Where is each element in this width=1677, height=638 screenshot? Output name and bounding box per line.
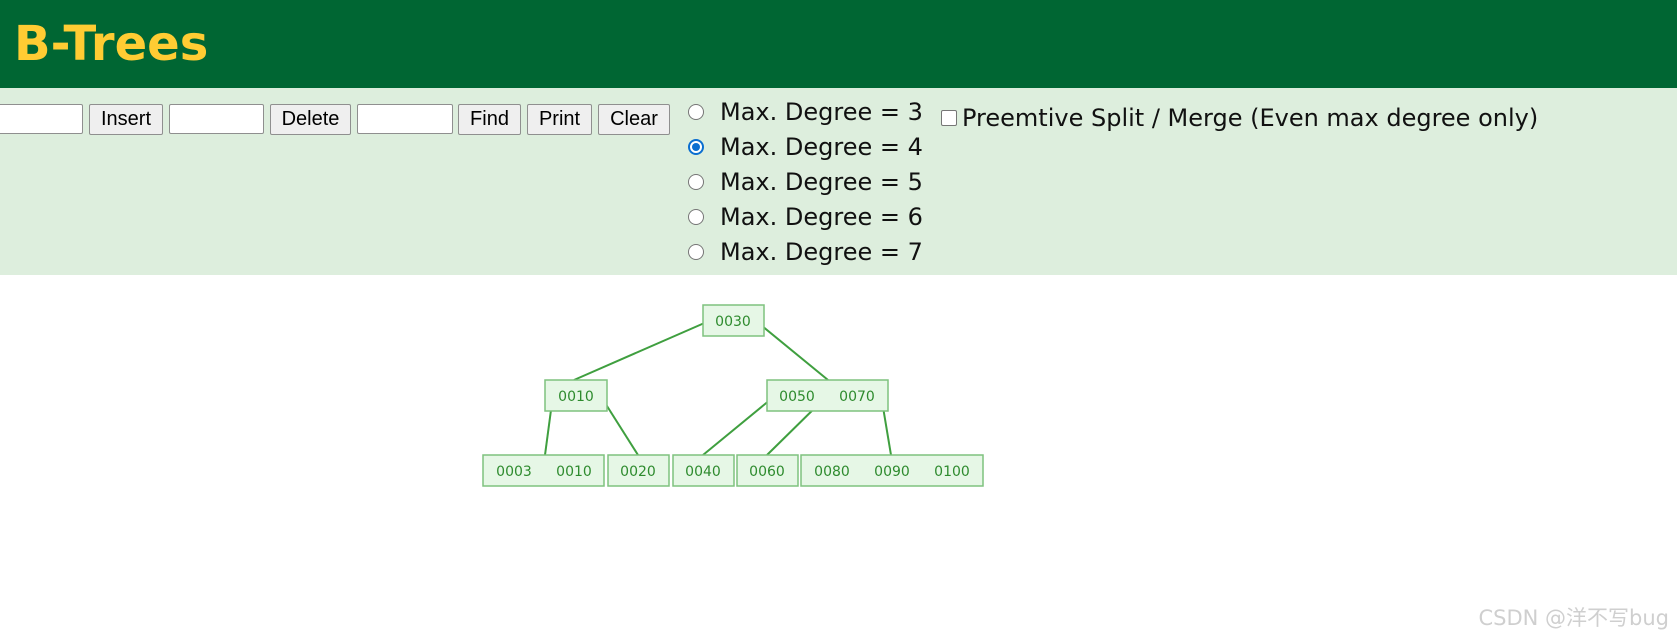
degree-option-4[interactable]: Max. Degree = 4 (688, 129, 923, 164)
preemptive-label: Preemtive Split / Merge (Even max degree… (962, 103, 1539, 132)
delete-button[interactable]: Delete (270, 104, 351, 135)
degree-label-4: Max. Degree = 4 (720, 132, 923, 161)
find-input[interactable] (357, 104, 453, 134)
degree-option-3[interactable]: Max. Degree = 3 (688, 94, 923, 129)
degree-radio-3[interactable] (688, 103, 704, 120)
clear-button[interactable]: Clear (598, 104, 670, 135)
degree-option-5[interactable]: Max. Degree = 5 (688, 164, 923, 199)
degree-label-7: Max. Degree = 7 (720, 237, 923, 266)
degree-radio-6[interactable] (688, 208, 704, 225)
tree-key: 0030 (715, 314, 751, 330)
tree-key: 0003 (496, 464, 532, 480)
degree-label-6: Max. Degree = 6 (720, 202, 923, 231)
find-button[interactable]: Find (458, 104, 521, 135)
delete-input[interactable] (169, 104, 264, 134)
tree-key: 0100 (934, 464, 970, 480)
tree-key: 0010 (556, 464, 592, 480)
degree-radio-7[interactable] (688, 243, 704, 260)
degree-option-6[interactable]: Max. Degree = 6 (688, 199, 923, 234)
degree-radio-4[interactable] (688, 138, 704, 155)
preemptive-checkbox[interactable] (941, 109, 957, 126)
tree-key: 0060 (749, 464, 785, 480)
degree-label-5: Max. Degree = 5 (720, 167, 923, 196)
tree-key: 0080 (814, 464, 850, 480)
edge-root-right (755, 320, 829, 381)
tree-key: 0050 (779, 389, 815, 405)
print-button[interactable]: Print (527, 104, 592, 135)
tree-key: 0010 (558, 389, 594, 405)
tree-key: 0070 (839, 389, 875, 405)
degree-option-7[interactable]: Max. Degree = 7 (688, 234, 923, 269)
insert-input[interactable] (0, 104, 83, 134)
header-bar: B-Trees (0, 0, 1677, 88)
preemptive-option[interactable]: Preemtive Split / Merge (Even max degree… (941, 100, 1538, 135)
tree-key: 0020 (620, 464, 656, 480)
watermark: CSDN @洋不写bug (1478, 606, 1669, 630)
degree-label-3: Max. Degree = 3 (720, 97, 923, 126)
tree-key: 0040 (685, 464, 721, 480)
degree-radio-5[interactable] (688, 173, 704, 190)
page-title: B-Trees (14, 16, 209, 72)
tree-canvas: 0030 0010 0050 0070 0003 0010 0020 0040 … (482, 304, 984, 487)
edge-n5070-leaf3 (702, 394, 777, 456)
tree-key: 0090 (874, 464, 910, 480)
insert-button[interactable]: Insert (89, 104, 163, 135)
edge-root-left (573, 320, 710, 381)
